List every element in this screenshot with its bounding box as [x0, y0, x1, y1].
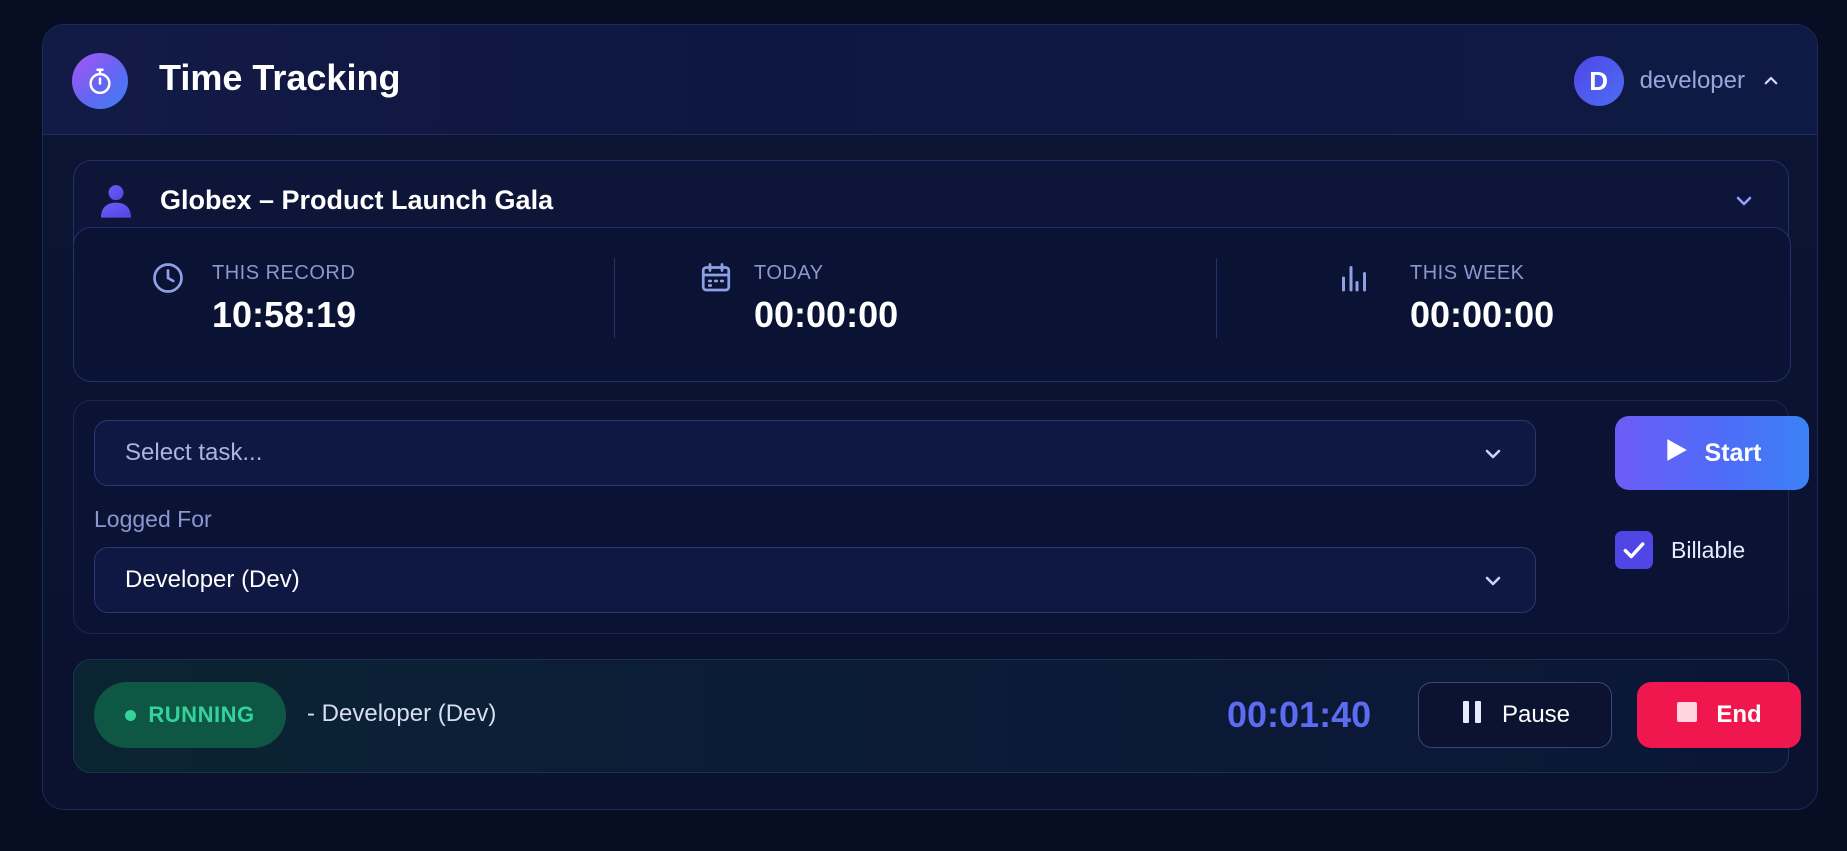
tracking-controls: Select task... Logged For Developer (Dev…	[73, 400, 1809, 634]
billable-label[interactable]: Billable	[1671, 537, 1745, 564]
stat-divider	[1216, 258, 1217, 338]
logged-for-select[interactable]: Developer (Dev)	[94, 547, 1536, 613]
pause-icon	[1460, 699, 1484, 732]
status-text: RUNNING	[148, 702, 255, 727]
clock-icon	[150, 260, 186, 296]
task-select-placeholder: Select task...	[125, 439, 263, 466]
pause-button[interactable]: Pause	[1418, 682, 1612, 748]
running-timer-bar: RUNNING - Developer (Dev) 00:01:40 Pause…	[73, 659, 1801, 773]
billable-checkbox[interactable]	[1615, 531, 1653, 569]
running-description: - Developer (Dev)	[307, 700, 497, 727]
stat-label: THIS RECORD	[212, 262, 356, 284]
chevron-down-icon[interactable]	[1481, 442, 1505, 466]
avatar[interactable]: D	[1573, 56, 1624, 106]
stat-this-record: THIS RECORD 10:58:19	[74, 228, 534, 381]
end-label: End	[1716, 701, 1762, 728]
logged-for-value: Developer (Dev)	[125, 566, 300, 593]
project-card: Globex – Product Launch Gala THIS RECORD…	[73, 160, 1791, 382]
chevron-down-icon[interactable]	[1732, 189, 1756, 213]
chevron-down-icon[interactable]	[1481, 569, 1505, 593]
user-name[interactable]: developer	[1640, 67, 1745, 95]
stat-label: TODAY	[754, 262, 824, 284]
elapsed-timer: 00:01:40	[1227, 694, 1372, 735]
time-tracking-panel: Time Tracking D developer Globex – Produ…	[42, 24, 1818, 810]
billable-toggle[interactable]: Billable	[1615, 531, 1745, 569]
project-title[interactable]: Globex – Product Launch Gala	[160, 185, 553, 216]
stat-label: THIS WEEK	[1410, 262, 1525, 284]
stopwatch-icon	[72, 53, 128, 109]
start-button[interactable]: Start	[1615, 416, 1809, 490]
bar-chart-icon	[1336, 260, 1372, 296]
stat-value: 00:00:00	[1410, 294, 1555, 335]
chevron-up-icon[interactable]	[1761, 71, 1781, 91]
time-stats: THIS RECORD 10:58:19 TODAY 00:00:00 THIS…	[73, 227, 1791, 382]
panel-header: Time Tracking D developer	[43, 25, 1817, 135]
task-select[interactable]: Select task...	[94, 420, 1536, 486]
pause-label: Pause	[1501, 701, 1571, 728]
calendar-icon	[698, 260, 734, 296]
status-dot	[125, 709, 137, 721]
logged-for-label: Logged For	[94, 506, 212, 532]
start-label: Start	[1704, 438, 1762, 467]
stat-value: 10:58:19	[212, 294, 357, 335]
stat-this-week: THIS WEEK 00:00:00	[1234, 228, 1774, 381]
user-menu[interactable]: D developer	[1573, 55, 1781, 107]
play-icon	[1663, 437, 1689, 470]
stat-value: 00:00:00	[754, 294, 899, 335]
stat-today: TODAY 00:00:00	[634, 228, 1074, 381]
status-badge: RUNNING	[94, 682, 286, 748]
person-icon	[96, 181, 136, 221]
stop-icon	[1676, 701, 1698, 730]
page-title: Time Tracking	[159, 57, 401, 98]
end-button[interactable]: End	[1637, 682, 1801, 748]
stat-divider	[614, 258, 615, 338]
